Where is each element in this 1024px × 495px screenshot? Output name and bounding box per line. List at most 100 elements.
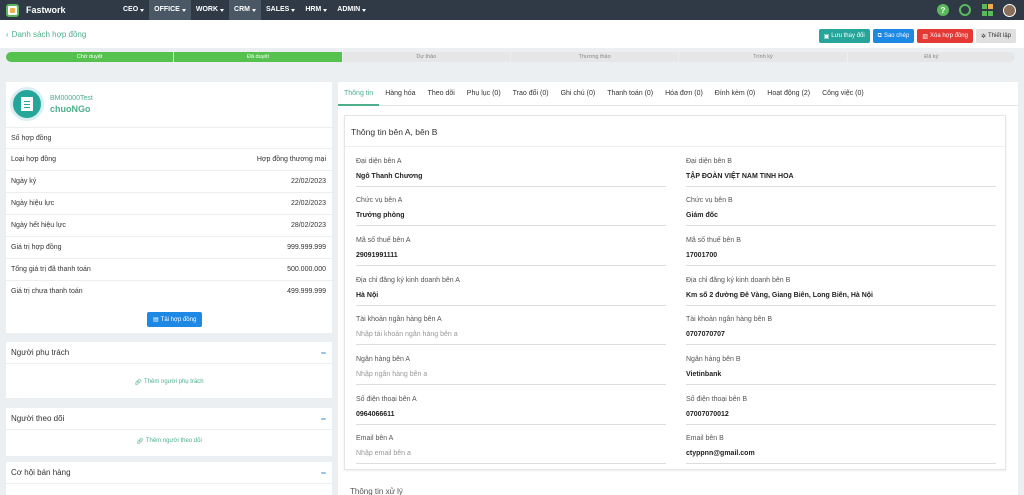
field-tax-code-b: Mã số thuế bên B 17001700	[686, 237, 996, 266]
back-link[interactable]: ‹ Danh sách hợp đồng	[6, 30, 86, 39]
info-row: Loại hợp đồng Hợp đồng thương mại	[6, 148, 332, 170]
collapse-icon[interactable]: −	[321, 414, 326, 424]
field-bank-account-a: Tài khoản ngân hàng bên A Nhập tài khoản…	[356, 316, 666, 345]
nav-item-sales[interactable]: SALES	[261, 0, 300, 20]
tab-dinh-kem[interactable]: Đính kèm (0)	[709, 82, 761, 106]
section2-title: Thông tin xử lý	[350, 487, 403, 495]
detail-tabs: Thông tin Hàng hóa Theo dõi Phụ lục (0) …	[338, 82, 1018, 106]
info-label: Số hợp đồng	[11, 134, 52, 142]
bank-account-a-input[interactable]: Nhập tài khoản ngân hàng bên a	[356, 331, 666, 345]
nav-item-ceo[interactable]: CEO	[118, 0, 149, 20]
building-icon	[10, 87, 44, 121]
chat-icon[interactable]	[959, 4, 971, 16]
nav-item-office[interactable]: OFFICE	[149, 0, 191, 20]
divider	[345, 146, 1005, 147]
field-label: Chức vụ bên A	[356, 197, 403, 204]
info-value: 999.999.999	[287, 244, 326, 251]
tab-thong-tin[interactable]: Thông tin	[338, 82, 380, 106]
field-label: Ngân hàng bên B	[686, 356, 741, 363]
company-name[interactable]: chuoNGo	[50, 104, 93, 114]
field-value[interactable]: 0707070707	[686, 331, 996, 345]
field-value[interactable]: Hà Nội	[356, 292, 666, 306]
user-avatar[interactable]	[1003, 3, 1016, 17]
tab-hoa-don[interactable]: Hóa đơn (0)	[659, 82, 709, 106]
tab-hang-hoa[interactable]: Hàng hóa	[379, 82, 421, 106]
step-trinh-ky[interactable]: Trình ký	[679, 52, 847, 62]
caret-down-icon	[323, 8, 328, 12]
brand[interactable]: Fastwork	[0, 0, 118, 20]
settings-button[interactable]: ✲ Thiết lập	[975, 29, 1016, 43]
help-icon[interactable]: ?	[937, 4, 949, 16]
info-value: Hợp đồng thương mại	[256, 156, 326, 163]
delete-label: Xóa hợp đồng	[929, 33, 968, 39]
save-button[interactable]: ▣ Lưu thay đổi	[818, 29, 870, 43]
nav-item-crm[interactable]: CRM	[229, 0, 261, 20]
info-label: Ngày hiệu lực	[11, 200, 55, 207]
field-address-a: Địa chỉ đăng ký kinh doanh bên A Hà Nội	[356, 277, 666, 306]
link-icon: 🔗︎	[134, 379, 142, 386]
card-header: Cơ hội bán hàng −	[6, 462, 332, 484]
field-value[interactable]: 07007070012	[686, 411, 996, 425]
field-label: Đại diện bên B	[686, 158, 732, 165]
download-contract-button[interactable]: ▤ Tải hợp đồng	[147, 312, 203, 327]
field-bank-a: Ngân hàng bên A Nhập ngân hàng bên a	[356, 356, 666, 385]
tab-hoat-dong[interactable]: Hoạt động (2)	[761, 82, 816, 106]
field-label: Mã số thuế bên B	[686, 237, 741, 244]
field-value[interactable]: Vietinbank	[686, 371, 996, 385]
field-value[interactable]: Trưởng phòng	[356, 212, 666, 226]
info-value: 22/02/2023	[290, 178, 326, 185]
collapse-icon[interactable]: −	[321, 348, 326, 358]
nav-item-hrm[interactable]: HRM	[300, 0, 332, 20]
field-value[interactable]: 0964066611	[356, 411, 666, 425]
field-value[interactable]: 29091991111	[356, 252, 666, 266]
card-title: Người theo dõi	[11, 414, 65, 423]
field-address-b: Địa chỉ đăng ký kinh doanh bên B Km số 2…	[686, 277, 996, 306]
step-da-duyet[interactable]: Đã duyệt	[174, 52, 342, 62]
card-header: Người theo dõi −	[6, 408, 332, 430]
tab-ghi-chu[interactable]: Ghi chú (0)	[555, 82, 602, 106]
tab-cong-viec[interactable]: Công việc (0)	[816, 82, 870, 106]
nav-label: CRM	[234, 6, 250, 13]
tab-theo-doi[interactable]: Theo dõi	[422, 82, 461, 106]
info-value: 28/02/2023	[290, 222, 326, 229]
nav-item-work[interactable]: WORK	[191, 0, 229, 20]
field-value[interactable]: ctyppnn@gmail.com	[686, 450, 996, 464]
sub-header: ‹ Danh sách hợp đồng ▣ Lưu thay đổi ⧉ Sao …	[0, 20, 1024, 48]
field-label: Email bên B	[686, 435, 724, 442]
bank-a-input[interactable]: Nhập ngân hàng bên a	[356, 371, 666, 385]
back-link-label: Danh sách hợp đồng	[11, 30, 87, 39]
tab-thanh-toan[interactable]: Thanh toán (0)	[601, 82, 659, 106]
delete-contract-button[interactable]: ▥ Xóa hợp đồng	[917, 29, 973, 43]
nav-item-admin[interactable]: ADMIN	[332, 0, 371, 20]
company-code[interactable]: BM00000Test	[50, 95, 93, 102]
field-value[interactable]: Giám đốc	[686, 212, 996, 226]
step-da-ky[interactable]: Đã ký	[847, 52, 1015, 62]
field-value[interactable]: Km số 2 đường Đê Vàng, Giang Biên, Long …	[686, 292, 996, 306]
brand-logo-icon	[6, 3, 19, 17]
card-header: Người phụ trách −	[6, 342, 332, 364]
copy-button[interactable]: ⧉ Sao chép	[872, 29, 915, 43]
field-value[interactable]: Ngô Thanh Chương	[356, 173, 666, 187]
apps-grid-icon[interactable]	[981, 4, 993, 16]
field-value[interactable]: TẬP ĐOÀN VIỆT NAM TINH HOA	[686, 173, 996, 187]
info-value: 500.000.000	[287, 266, 326, 273]
collapse-icon[interactable]: −	[321, 468, 326, 478]
followers-card: Người theo dõi − 🔗︎ Thêm người theo dõi	[6, 408, 332, 456]
tab-trao-doi[interactable]: Trao đổi (0)	[507, 82, 555, 106]
info-label: Ngày ký	[11, 178, 37, 185]
step-du-thao[interactable]: Dự thảo	[342, 52, 510, 62]
brand-name: Fastwork	[26, 5, 66, 15]
tab-phu-luc[interactable]: Phụ lục (0)	[461, 82, 507, 106]
add-follower-link[interactable]: 🔗︎ Thêm người theo dõi	[6, 431, 332, 451]
card-title: Cơ hội bán hàng	[11, 468, 71, 477]
nav-label: OFFICE	[154, 6, 180, 13]
file-icon: ▤	[153, 317, 159, 323]
chevron-left-icon: ‹	[6, 30, 9, 39]
email-a-input[interactable]: Nhập email bên a	[356, 450, 666, 464]
gear-icon: ✲	[980, 33, 986, 40]
add-assignee-link[interactable]: 🔗︎ Thêm người phụ trách	[6, 372, 332, 392]
step-cho-duyet[interactable]: Chờ duyệt	[6, 52, 174, 62]
field-value[interactable]: 17001700	[686, 252, 996, 266]
step-thuong-thao[interactable]: Thương thảo	[510, 52, 679, 62]
info-row: Ngày hết hiệu lực 28/02/2023	[6, 214, 332, 236]
